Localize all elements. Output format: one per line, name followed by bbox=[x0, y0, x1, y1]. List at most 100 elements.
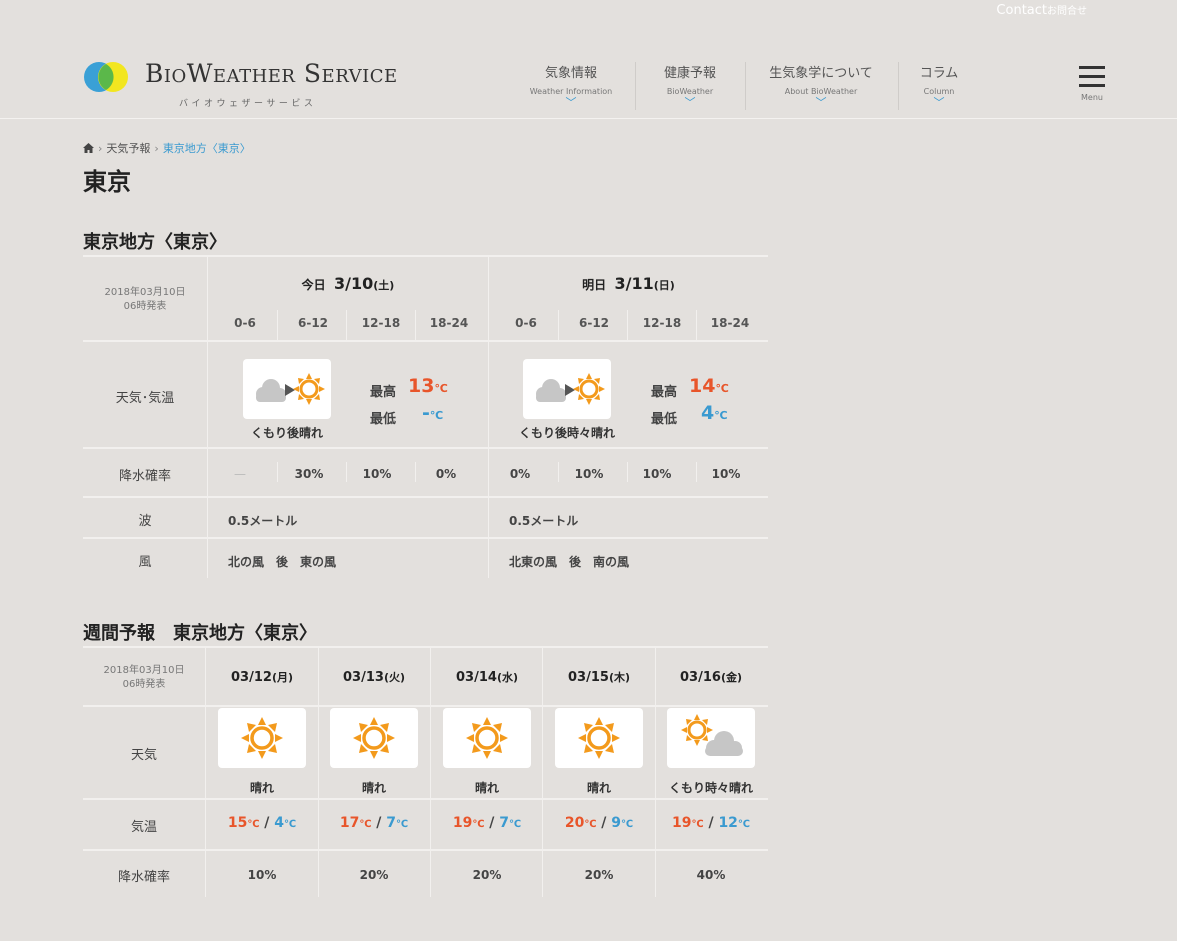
nav-label: コラム bbox=[919, 66, 959, 81]
time-slot: 6-12 bbox=[578, 316, 610, 330]
breadcrumb-forecast-link[interactable]: 天気予報 bbox=[106, 142, 150, 155]
wave-value: 0.5メートル bbox=[228, 514, 298, 528]
time-slot: 18-24 bbox=[429, 316, 469, 330]
rain-prob: 0% bbox=[435, 467, 457, 481]
home-icon[interactable] bbox=[83, 143, 94, 153]
sun-icon bbox=[330, 708, 418, 768]
high-label: 最高 bbox=[651, 385, 678, 400]
row-label-wind: 風 bbox=[138, 555, 152, 570]
weekly-temp: 19℃ / 7℃ bbox=[431, 815, 543, 831]
logo-subtitle: バイオウェザーサービス bbox=[179, 99, 317, 109]
nav-sublabel: BioWeather bbox=[666, 87, 714, 96]
breadcrumb-current: 東京地方〈東京〉 bbox=[162, 142, 251, 155]
contact-link[interactable]: Contactお問合せ bbox=[996, 2, 1087, 18]
table-rule bbox=[83, 496, 768, 498]
day-weekday: (日) bbox=[653, 279, 675, 292]
high-temp-value: 19 bbox=[671, 815, 692, 831]
chevron-down-icon: ﹀ bbox=[933, 96, 945, 109]
rain-prob: 10% bbox=[574, 467, 604, 481]
table-rule bbox=[83, 849, 768, 851]
temp-separator: / bbox=[264, 815, 270, 831]
nav-weather-info[interactable]: 気象情報 Weather Information ﹀ bbox=[521, 62, 621, 114]
day-weekday: (金) bbox=[720, 671, 742, 684]
time-slot: 6-12 bbox=[297, 316, 329, 330]
table-rule bbox=[83, 340, 768, 342]
day-date: 3/11 bbox=[614, 274, 654, 293]
day-header-today: 今日 3/10(土) bbox=[208, 274, 488, 293]
sun-icon bbox=[555, 708, 643, 768]
issued-info: 2018年03月10日 06時発表 bbox=[83, 664, 205, 692]
nav-sublabel: About BioWeather bbox=[784, 87, 858, 96]
low-temp-value: 9 bbox=[611, 815, 622, 831]
nav-label: 健康予報 bbox=[663, 66, 716, 81]
table-rule bbox=[83, 705, 768, 707]
rain-prob: 10% bbox=[247, 868, 277, 882]
nav-bioweather[interactable]: 健康予報 BioWeather ﹀ bbox=[640, 62, 740, 114]
nav-divider bbox=[635, 62, 636, 110]
table-rule bbox=[83, 255, 768, 257]
low-temp-value: 4 bbox=[701, 402, 715, 424]
weather-desc: くもり後晴れ bbox=[250, 426, 323, 440]
menu-button[interactable]: Menu bbox=[1075, 66, 1109, 102]
temp-unit: ℃ bbox=[472, 819, 485, 830]
low-temp-value: 7 bbox=[386, 815, 397, 831]
nav-label: 気象情報 bbox=[544, 66, 597, 81]
time-slot: 0-6 bbox=[234, 316, 256, 330]
contact-label: Contact bbox=[996, 3, 1047, 18]
weekly-temp: 20℃ / 9℃ bbox=[543, 815, 655, 831]
high-temp-value: 14 bbox=[689, 375, 716, 397]
table-rule bbox=[83, 447, 768, 449]
day-label: 今日 bbox=[301, 278, 326, 292]
time-slot: 18-24 bbox=[710, 316, 750, 330]
row-label-rain: 降水確率 bbox=[118, 469, 171, 484]
rain-prob: 10% bbox=[642, 467, 672, 481]
nav-sublabel: Column bbox=[923, 87, 955, 96]
weather-desc: くもり後時々晴れ bbox=[518, 426, 615, 440]
sun-icon bbox=[218, 708, 306, 768]
issued-time: 06時発表 bbox=[122, 679, 166, 690]
day-weekday: (水) bbox=[496, 671, 518, 684]
day-label: 明日 bbox=[582, 278, 607, 292]
low-temp: 4℃ bbox=[701, 402, 728, 424]
issued-date: 2018年03月10日 bbox=[104, 287, 186, 298]
temp-unit: ℃ bbox=[715, 382, 729, 395]
temp-unit: ℃ bbox=[434, 382, 448, 395]
wind-value: 北の風 後 東の風 bbox=[228, 555, 337, 569]
cloud-then-sun-icon bbox=[243, 359, 331, 419]
high-temp-value: 13 bbox=[408, 375, 435, 397]
weekly-temp: 19℃ / 12℃ bbox=[655, 815, 767, 831]
row-label-wave: 波 bbox=[138, 514, 152, 529]
nav-column[interactable]: コラム Column ﹀ bbox=[904, 62, 974, 114]
wave-value: 0.5メートル bbox=[509, 514, 579, 528]
sun-icon bbox=[443, 708, 531, 768]
table-rule bbox=[83, 798, 768, 800]
nav-divider bbox=[745, 62, 746, 110]
low-label: 最低 bbox=[370, 412, 397, 427]
issued-time: 06時発表 bbox=[123, 301, 167, 312]
low-temp-value: - bbox=[422, 402, 430, 424]
rain-prob: 0% bbox=[509, 467, 531, 481]
weather-desc: 晴れ bbox=[361, 781, 386, 795]
weather-desc: 晴れ bbox=[474, 781, 499, 795]
time-slot: 12-18 bbox=[361, 316, 401, 330]
site-logo[interactable]: BioWeather Service バイオウェザーサービス bbox=[83, 58, 423, 109]
weather-desc: 晴れ bbox=[249, 781, 274, 795]
breadcrumb: › 天気予報 › 東京地方〈東京〉 bbox=[83, 140, 251, 156]
low-label: 最低 bbox=[651, 412, 678, 427]
nav-sublabel: Weather Information bbox=[529, 87, 613, 96]
time-slot: 0-6 bbox=[515, 316, 537, 330]
weather-desc: くもり時々晴れ bbox=[668, 781, 753, 795]
day-date: 3/10 bbox=[334, 274, 374, 293]
low-temp-value: 4 bbox=[274, 815, 285, 831]
nav-divider bbox=[898, 62, 899, 110]
temp-unit: ℃ bbox=[691, 819, 704, 830]
day-weekday: (土) bbox=[373, 279, 395, 292]
nav-label: 生気象学について bbox=[769, 66, 873, 81]
logo-mark-icon bbox=[84, 62, 128, 92]
high-temp: 13℃ bbox=[408, 375, 448, 397]
forecast-section-title: 東京地方〈東京〉 bbox=[83, 232, 227, 253]
breadcrumb-separator: › bbox=[154, 142, 159, 155]
rain-prob: 40% bbox=[696, 868, 726, 882]
nav-about-bioweather[interactable]: 生気象学について About BioWeather ﹀ bbox=[760, 62, 882, 114]
chevron-down-icon: ﹀ bbox=[565, 96, 577, 109]
